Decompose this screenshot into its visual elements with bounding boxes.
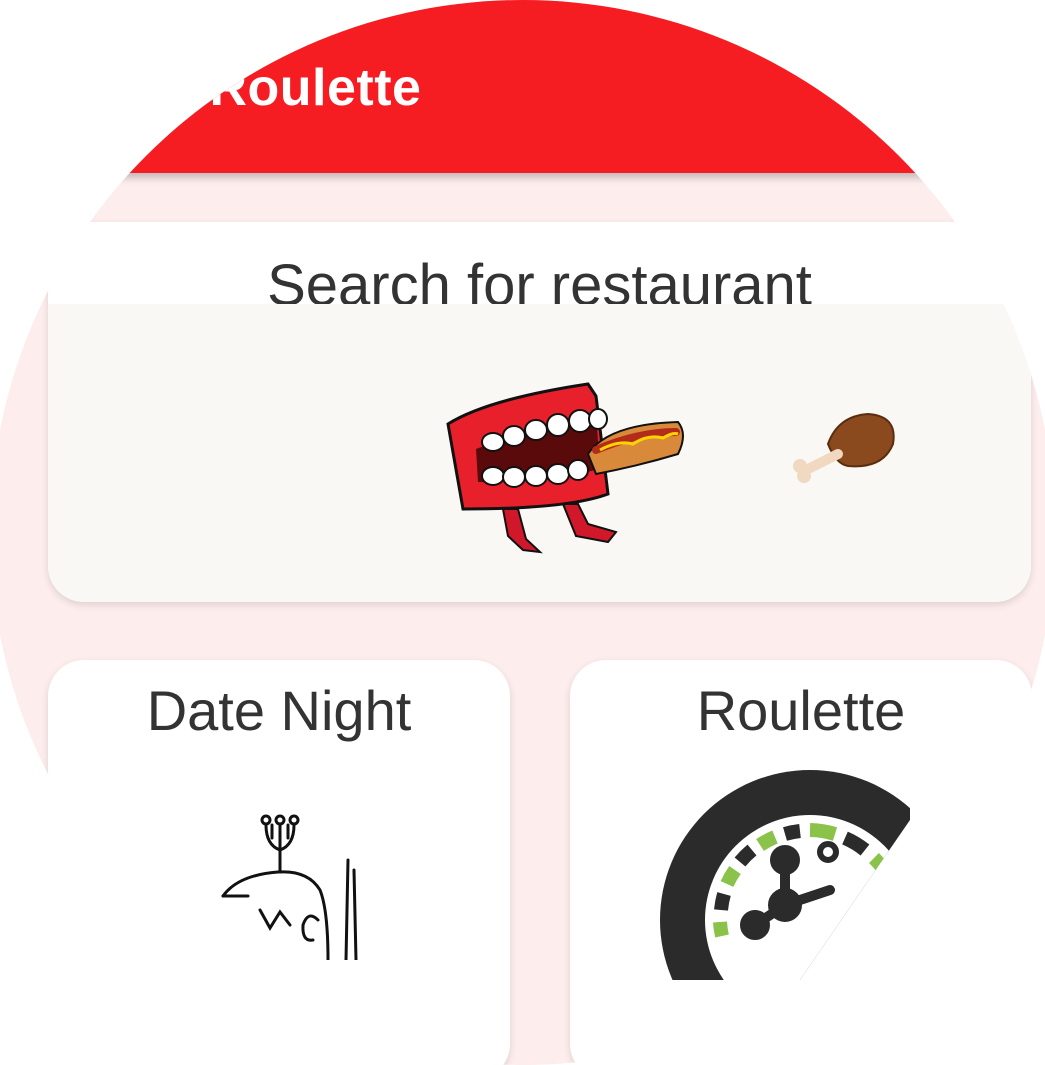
chicken-drumstick-icon <box>793 412 895 483</box>
search-card-illustration <box>48 304 1031 602</box>
chattering-teeth-hotdog-icon <box>446 382 684 554</box>
date-night-card[interactable]: Date Night <box>48 660 510 1065</box>
search-restaurant-card[interactable]: Search for restaurant <box>48 222 1031 602</box>
date-night-title: Date Night <box>146 679 412 742</box>
roulette-title: Roulette <box>696 679 906 742</box>
watch-screen: urant Roulette Search for restaurant Dat… <box>0 0 1045 1065</box>
app-title: urant Roulette <box>62 59 422 117</box>
roulette-card[interactable]: Roulette <box>570 660 1032 1065</box>
app-bar: urant Roulette <box>0 0 1045 173</box>
candlelight-dinner-icon <box>221 814 358 960</box>
roulette-wheel-icon <box>660 770 910 980</box>
